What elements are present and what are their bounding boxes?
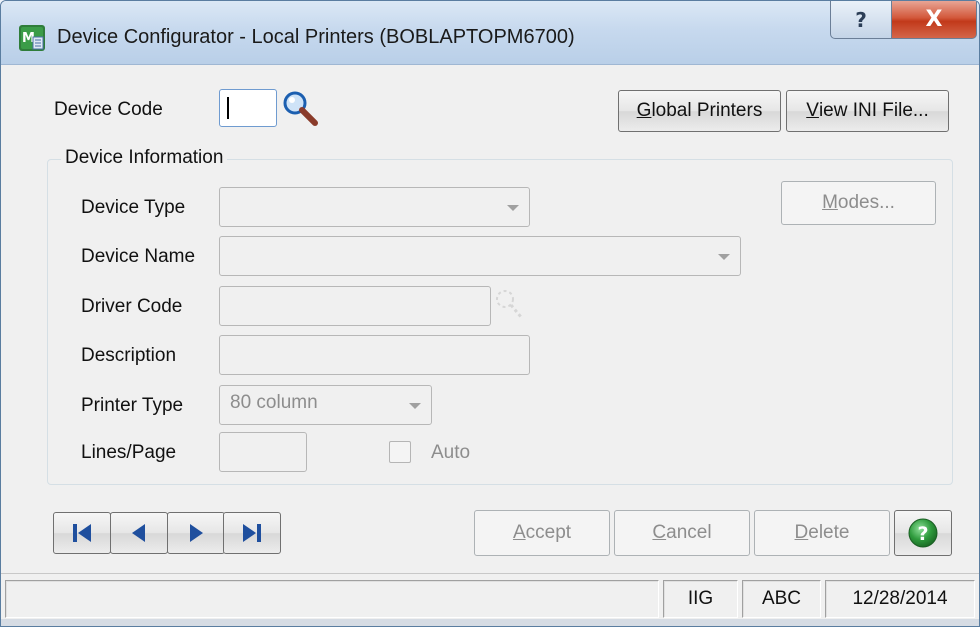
next-record-button[interactable] — [167, 512, 225, 554]
view-ini-file-button[interactable]: View INI File... — [786, 90, 949, 132]
printer-type-dropdown[interactable]: 80 column — [219, 385, 432, 425]
status-company-name: ABC — [742, 580, 821, 618]
device-name-dropdown[interactable] — [219, 236, 741, 276]
window-title: Device Configurator - Local Printers (BO… — [57, 26, 575, 48]
auto-label: Auto — [431, 442, 471, 463]
cancel-button[interactable]: Cancel — [614, 510, 750, 556]
device-code-input[interactable] — [219, 89, 277, 127]
first-record-icon — [73, 524, 91, 542]
title-bar[interactable]: M Device Configurator - Local Printers (… — [1, 1, 979, 65]
chevron-down-icon — [409, 403, 421, 409]
driver-code-input[interactable] — [219, 286, 491, 326]
previous-record-button[interactable] — [110, 512, 168, 554]
status-date: 12/28/2014 — [825, 580, 975, 618]
close-icon: X — [925, 7, 943, 32]
last-record-button[interactable] — [223, 512, 281, 554]
lookup-icon[interactable] — [493, 287, 527, 323]
description-input[interactable] — [219, 335, 530, 375]
help-button[interactable]: ? — [894, 510, 952, 556]
status-message — [5, 580, 659, 618]
status-company-code: IIG — [663, 580, 738, 618]
title-help-button[interactable]: ? — [830, 1, 892, 39]
device-name-label: Device Name — [81, 246, 196, 267]
last-record-icon — [243, 524, 261, 542]
device-type-dropdown[interactable] — [219, 187, 530, 227]
printer-type-label: Printer Type — [81, 395, 184, 416]
device-type-label: Device Type — [81, 197, 186, 218]
driver-code-label: Driver Code — [81, 296, 183, 317]
chevron-down-icon — [718, 254, 730, 260]
help-icon: ? — [908, 518, 938, 548]
text-caret — [227, 97, 229, 119]
close-button[interactable]: X — [891, 1, 977, 39]
delete-button[interactable]: Delete — [754, 510, 890, 556]
lines-per-page-label: Lines/Page — [81, 442, 177, 463]
device-information-title: Device Information — [61, 147, 228, 169]
search-icon[interactable] — [281, 89, 321, 129]
question-icon: ? — [855, 7, 867, 32]
description-label: Description — [81, 345, 177, 366]
app-icon: M — [19, 25, 45, 51]
device-configurator-window: M Device Configurator - Local Printers (… — [0, 0, 980, 627]
modes-button[interactable]: Modes... — [781, 181, 936, 225]
auto-checkbox[interactable] — [389, 441, 411, 463]
lines-per-page-input[interactable] — [219, 432, 307, 472]
svg-text:?: ? — [917, 523, 928, 545]
next-record-icon — [190, 524, 203, 542]
first-record-button[interactable] — [53, 512, 111, 554]
window-bottom-edge — [1, 619, 979, 626]
accept-button[interactable]: Accept — [474, 510, 610, 556]
chevron-down-icon — [507, 205, 519, 211]
global-printers-button[interactable]: Global Printers — [618, 90, 781, 132]
device-code-label: Device Code — [54, 99, 163, 120]
previous-record-icon — [132, 524, 145, 542]
printer-type-value: 80 column — [230, 392, 318, 413]
